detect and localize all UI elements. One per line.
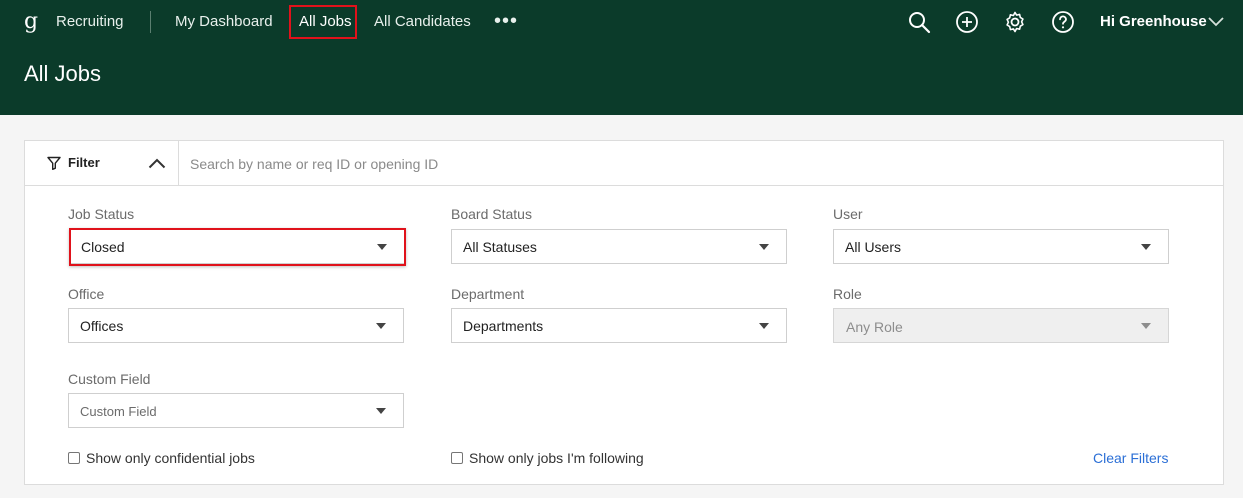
search-icon[interactable]	[907, 10, 931, 34]
office-select[interactable]: Offices	[68, 308, 404, 343]
custom-field-value: Custom Field	[80, 404, 157, 419]
job-status-highlight	[69, 228, 406, 266]
board-status-label: Board Status	[451, 206, 532, 222]
confidential-jobs-checkbox[interactable]	[68, 452, 80, 464]
nav-divider	[150, 11, 151, 33]
user-label: User	[833, 206, 863, 222]
user-menu[interactable]: Hi Greenhouse	[1100, 13, 1207, 31]
following-jobs-option[interactable]: Show only jobs I'm following	[451, 450, 681, 468]
caret-down-icon	[1141, 244, 1151, 250]
role-value: Any Role	[846, 319, 903, 335]
chevron-down-icon[interactable]	[1208, 17, 1224, 27]
nav-all-candidates[interactable]: All Candidates	[374, 13, 471, 31]
confidential-jobs-label[interactable]: Show only confidential jobs	[86, 450, 255, 467]
caret-down-icon	[1141, 323, 1151, 329]
following-jobs-checkbox[interactable]	[451, 452, 463, 464]
user-select[interactable]: All Users	[833, 229, 1169, 264]
gear-icon[interactable]	[1003, 10, 1027, 34]
board-status-value: All Statuses	[463, 239, 537, 255]
role-label: Role	[833, 286, 862, 302]
top-header: g Recruiting My Dashboard All Jobs All C…	[0, 0, 1243, 115]
more-menu-icon[interactable]: •••	[494, 8, 518, 34]
department-value: Departments	[463, 318, 544, 334]
nav-all-jobs-highlight	[289, 5, 357, 39]
plus-circle-icon[interactable]	[955, 10, 979, 34]
caret-down-icon	[376, 323, 386, 329]
user-value: All Users	[845, 239, 902, 255]
role-select: Any Role	[833, 308, 1169, 343]
job-status-label: Job Status	[68, 206, 135, 222]
office-label: Office	[68, 286, 105, 302]
filter-icon	[47, 156, 61, 170]
filter-panel: Filter Job Status Closed Board Status Al…	[24, 140, 1224, 485]
search-area	[179, 141, 1223, 186]
app-name[interactable]: Recruiting	[56, 13, 124, 31]
chevron-up-icon[interactable]	[148, 158, 166, 169]
clear-filters-link[interactable]: Clear Filters	[1093, 450, 1168, 467]
confidential-jobs-option[interactable]: Show only confidential jobs	[68, 450, 298, 468]
caret-down-icon	[376, 408, 386, 414]
department-select[interactable]: Departments	[451, 308, 787, 343]
custom-field-select[interactable]: Custom Field	[68, 393, 404, 428]
board-status-select[interactable]: All Statuses	[451, 229, 787, 264]
custom-field-label: Custom Field	[68, 371, 151, 387]
department-label: Department	[451, 286, 525, 302]
help-icon[interactable]	[1051, 10, 1075, 34]
page-title: All Jobs	[24, 61, 102, 86]
caret-down-icon	[759, 323, 769, 329]
main-nav: g Recruiting My Dashboard All Jobs All C…	[0, 0, 1243, 44]
search-input[interactable]	[179, 141, 1223, 186]
nav-my-dashboard[interactable]: My Dashboard	[175, 13, 273, 31]
office-value: Offices	[80, 318, 124, 334]
filter-label: Filter	[68, 155, 100, 170]
greenhouse-logo-icon[interactable]: g	[24, 9, 42, 35]
following-jobs-label[interactable]: Show only jobs I'm following	[469, 450, 644, 467]
caret-down-icon	[759, 244, 769, 250]
filter-toggle-button[interactable]: Filter	[25, 141, 179, 186]
